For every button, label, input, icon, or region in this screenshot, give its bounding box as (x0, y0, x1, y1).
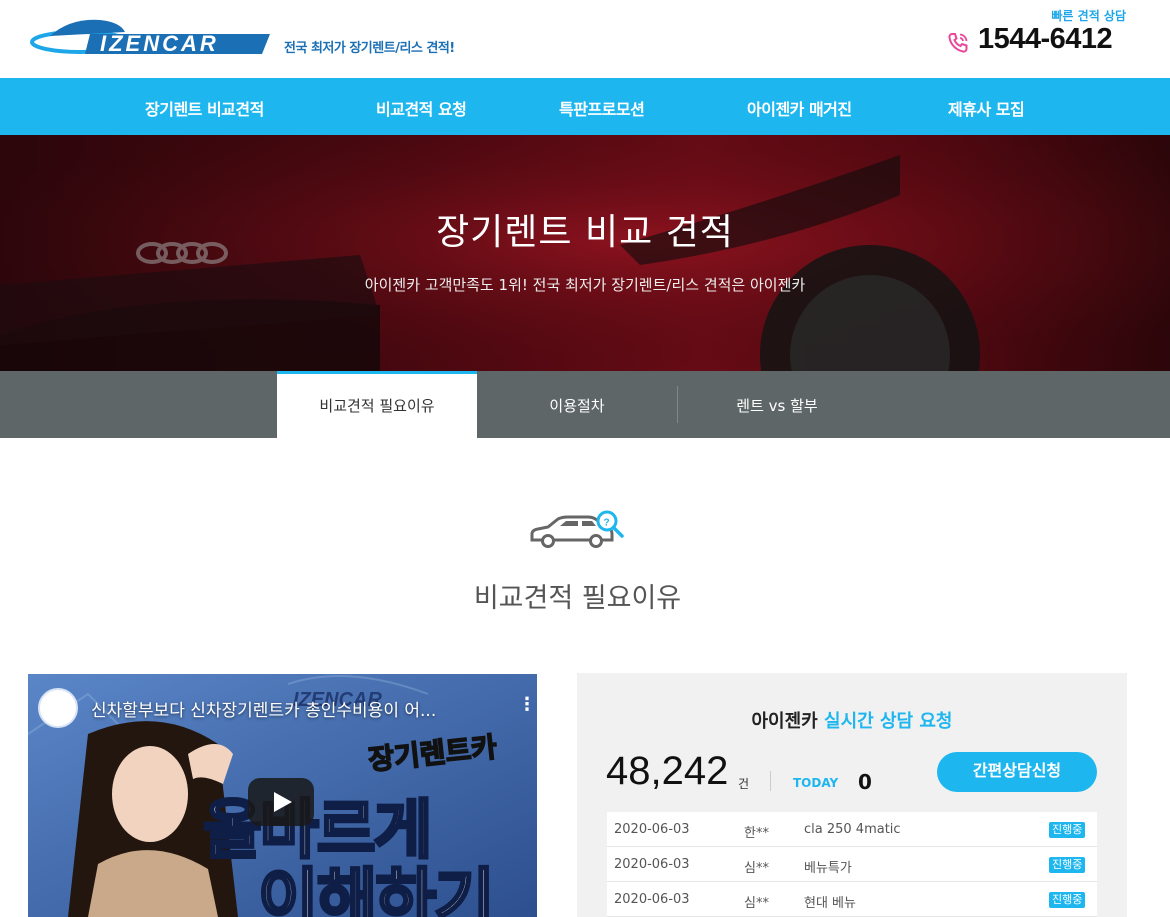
item-name: 한** (744, 826, 769, 841)
status-badge: 진행중 (1049, 892, 1086, 908)
channel-avatar[interactable] (38, 688, 78, 728)
count-unit: 건 (738, 777, 750, 791)
header-tagline: 전국 최저가 장기렌트/리스 견적! (284, 41, 455, 56)
item-car: 현대 베뉴 (804, 896, 856, 911)
tab-procedure[interactable]: 이용절차 (477, 371, 677, 438)
item-date: 2020-06-03 (614, 857, 690, 872)
item-name: 심** (744, 896, 769, 911)
item-date: 2020-06-03 (614, 822, 690, 837)
total-count: 48,242 (606, 749, 729, 793)
play-icon[interactable] (248, 778, 314, 826)
nav-item-magazine[interactable]: 아이젠카 매거진 (747, 96, 852, 120)
section-title: 비교견적 필요이유 (473, 583, 682, 614)
video-title[interactable]: 신차할부보다 신차장기렌트카 총인수비용이 어... (91, 696, 436, 721)
panel-title: 아이젠카 실시간 상담 요청 (577, 707, 1127, 733)
svg-text:?: ? (604, 518, 610, 529)
count-divider (770, 771, 771, 791)
nav-item-rent-compare[interactable]: 장기렌트 비교견적 (145, 96, 264, 120)
status-badge: 진행중 (1049, 857, 1086, 873)
quick-apply-button[interactable]: 간편상담신청 (937, 752, 1097, 792)
nav-item-promotion[interactable]: 특판프로모션 (559, 96, 645, 120)
izencar-logo[interactable]: IZENCAR (30, 14, 275, 60)
section-tabs: 비교견적 필요이유 이용절차 렌트 vs 할부 (0, 371, 1170, 438)
realtime-consult-panel: 아이젠카 실시간 상담 요청 48,242 건 TODAY 0 간편상담신청 2… (577, 673, 1127, 917)
item-name: 심** (744, 861, 769, 876)
status-badge: 진행중 (1049, 822, 1086, 838)
tab-why-compare[interactable]: 비교견적 필요이유 (277, 371, 477, 438)
video-caption-line2: 이해하기 (257, 860, 497, 917)
phone-number[interactable]: 1544-6412 (978, 23, 1113, 56)
quick-consult-label: 빠른 견적 상담 (1051, 9, 1126, 23)
item-car: cla 250 4matic (804, 822, 901, 837)
today-value: 0 (858, 770, 872, 794)
nav-item-compare-request[interactable]: 비교견적 요청 (376, 96, 467, 120)
list-item[interactable]: 2020-06-03 심** 베뉴특가 진행중 (607, 847, 1097, 882)
consult-list: 2020-06-03 한** cla 250 4matic 진행중 2020-0… (607, 812, 1097, 917)
nav-item-partners[interactable]: 제휴사 모집 (948, 96, 1025, 120)
hero-title: 장기렌트 비교 견적 (436, 212, 734, 253)
phone-icon (948, 33, 968, 53)
list-item[interactable]: 2020-06-03 심** 현대 베뉴 진행중 (607, 882, 1097, 917)
list-item[interactable]: 2020-06-03 한** cla 250 4matic 진행중 (607, 812, 1097, 847)
youtube-video[interactable]: IZENCAR 신차할부보다 신차장기렌트카 총인수비용이 어... ⋮ 장기렌… (28, 674, 537, 917)
tab-rent-vs-installment[interactable]: 렌트 vs 할부 (677, 371, 877, 438)
car-search-icon: ? (530, 510, 624, 548)
panel-title-highlight: 실시간 상담 요청 (824, 711, 953, 732)
more-options-icon[interactable]: ⋮ (518, 694, 536, 715)
panel-title-prefix: 아이젠카 (751, 711, 818, 732)
hero-subtitle: 아이젠카 고객만족도 1위! 전국 최저가 장기렌트/리스 견적은 아이젠카 (364, 276, 806, 294)
main-nav: 장기렌트 비교견적 비교견적 요청 특판프로모션 아이젠카 매거진 제휴사 모집 (0, 78, 1170, 135)
item-date: 2020-06-03 (614, 892, 690, 907)
today-label: TODAY (793, 776, 839, 790)
item-car: 베뉴특가 (804, 861, 852, 876)
site-header: IZENCAR 전국 최저가 장기렌트/리스 견적! 빠른 견적 상담 1544… (0, 0, 1170, 78)
hero-banner: 장기렌트 비교 견적 아이젠카 고객만족도 1위! 전국 최저가 장기렌트/리스… (0, 135, 1170, 371)
svg-text:IZENCAR: IZENCAR (100, 31, 219, 56)
